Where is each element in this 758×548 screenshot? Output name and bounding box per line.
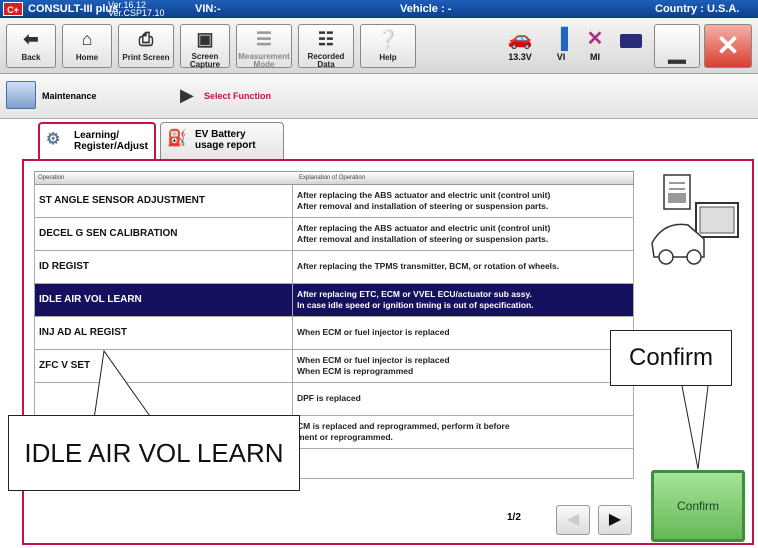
callout-idle-air-vol-learn: IDLE AIR VOL LEARN: [8, 415, 300, 491]
car-icon: 🚗: [507, 28, 533, 50]
screen-capture-button[interactable]: ▣ Screen Capture: [180, 24, 230, 69]
mi-label: MI: [590, 52, 600, 62]
signal-icon: ▐: [553, 28, 569, 50]
operation-name: ST ANGLE SENSOR ADJUSTMENT: [35, 185, 293, 217]
table-row[interactable]: DECEL G SEN CALIBRATION After replacing …: [34, 218, 634, 251]
breadcrumb-arrow-icon: ▶: [180, 85, 194, 105]
back-label: Back: [21, 53, 41, 62]
breadcrumb-current: Select Function: [204, 91, 272, 101]
breadcrumb-home[interactable]: Maintenance: [42, 91, 97, 101]
vi-status: ▐ VI: [546, 26, 576, 62]
vehicle-label: Vehicle : -: [400, 3, 452, 15]
table-row-selected[interactable]: IDLE AIR VOL LEARN After replacing ETC, …: [34, 284, 634, 317]
column-header-explanation: Explanation of Operation: [299, 175, 366, 181]
table-header: Operation Explanation of Operation: [34, 171, 634, 185]
back-arrow-icon: ⬅: [23, 29, 39, 49]
screen-capture-label: Screen Capture: [189, 52, 221, 69]
tab-learning-register-adjust[interactable]: ⚙ Learning/ Register/Adjust: [38, 122, 156, 161]
operation-explanation: When ECM or fuel injector is replaced Whe…: [297, 355, 450, 376]
callout-confirm: Confirm: [610, 330, 732, 386]
operation-explanation: After replacing ETC, ECM or VVEL ECU/act…: [297, 289, 534, 310]
app-name: CONSULT-III plus: [28, 3, 119, 15]
technician-laptop-illustration: [644, 173, 744, 273]
fuel-pump-icon: ⛽: [167, 130, 187, 147]
home-label: Home: [75, 53, 99, 62]
right-triangle-icon: ▶: [608, 511, 622, 528]
operation-explanation: CM is replaced and reprogrammed, perform…: [297, 421, 510, 442]
measurement-icon: ☰: [255, 29, 273, 49]
app-logo: C+: [3, 2, 23, 16]
table-row[interactable]: ST ANGLE SENSOR ADJUSTMENT After replaci…: [34, 185, 634, 218]
confirm-button[interactable]: Confirm: [651, 470, 745, 542]
operation-explanation: After replacing the ABS actuator and ele…: [297, 223, 551, 244]
previous-page-button[interactable]: ◀: [556, 505, 590, 535]
table-row[interactable]: ID REGIST After replacing the TPMS trans…: [34, 251, 634, 284]
title-bar: C+ CONSULT-III plus Ver.16.12 Ver.CSP17.…: [0, 0, 758, 18]
vin-label: VIN:-: [195, 3, 221, 15]
next-page-button[interactable]: ▶: [598, 505, 632, 535]
operation-explanation: After replacing the ABS actuator and ele…: [297, 190, 551, 211]
minimize-button[interactable]: ▁: [654, 24, 700, 68]
version-line-2: Ver.CSP17.10: [108, 8, 165, 18]
home-button[interactable]: ⌂ Home: [62, 24, 112, 68]
operation-name: IDLE AIR VOL LEARN: [35, 284, 293, 316]
help-button[interactable]: ❔ Help: [360, 24, 416, 68]
measurement-mode-button[interactable]: ☰ Measurement Mode: [236, 24, 292, 69]
operation-explanation: After replacing the TPMS transmitter, BC…: [297, 261, 560, 271]
column-header-operation: Operation: [38, 175, 65, 181]
operation-explanation: When ECM or fuel injector is replaced: [297, 327, 450, 337]
maintenance-icon: [6, 81, 36, 109]
help-label: Help: [379, 53, 397, 62]
operation-name: INJ AD AL REGIST: [35, 317, 293, 349]
country-label: Country : U.S.A.: [655, 3, 740, 15]
voltage-value: 13.3V: [508, 52, 532, 62]
recorded-data-label: Recorded Data: [307, 52, 345, 69]
operation-explanation: DPF is replaced: [297, 393, 361, 403]
operation-name: ID REGIST: [35, 251, 293, 283]
recorded-data-icon: ☷: [317, 29, 335, 49]
version-info: Ver.16.12 Ver.CSP17.10: [108, 1, 165, 18]
minimize-icon: ▁: [668, 38, 686, 63]
breadcrumb: Maintenance ▶ Select Function: [0, 75, 758, 119]
battery-voltage-status: 🚗 13.3V: [500, 26, 540, 62]
close-button[interactable]: ✕: [704, 24, 752, 68]
measurement-mode-label: Measurement Mode: [238, 52, 290, 69]
mi-x-icon: ✕: [586, 28, 604, 50]
back-button[interactable]: ⬅ Back: [6, 24, 56, 68]
camera-icon: ▣: [196, 29, 214, 49]
operation-name: DECEL G SEN CALIBRATION: [35, 218, 293, 250]
callout-idle-pointer: [93, 350, 153, 420]
learning-icon: ⚙: [46, 131, 61, 148]
callout-confirm-pointer: [681, 385, 709, 470]
close-icon: ✕: [716, 30, 740, 61]
mi-status: ✕ MI: [580, 26, 610, 62]
vi-label: VI: [556, 52, 566, 62]
tab-label: EV Battery usage report: [195, 129, 256, 151]
print-screen-label: Print Screen: [122, 53, 170, 62]
toolbar: ⬅ Back ⌂ Home ⎙ Print Screen ▣ Screen Ca…: [0, 18, 758, 74]
table-row[interactable]: INJ AD AL REGIST When ECM or fuel inject…: [34, 317, 634, 350]
home-icon: ⌂: [81, 29, 93, 49]
left-triangle-icon: ◀: [566, 511, 580, 528]
page-indicator: 1/2: [507, 512, 521, 523]
help-icon: ❔: [376, 29, 400, 49]
print-screen-button[interactable]: ⎙ Print Screen: [118, 24, 174, 68]
recorded-data-button[interactable]: ☷ Recorded Data: [298, 24, 354, 69]
tab-label: Learning/ Register/Adjust: [74, 130, 148, 152]
printer-icon: ⎙: [138, 29, 154, 49]
tab-ev-battery-usage-report[interactable]: ⛽ EV Battery usage report: [160, 122, 284, 160]
battery-indicator-icon: [620, 34, 642, 48]
